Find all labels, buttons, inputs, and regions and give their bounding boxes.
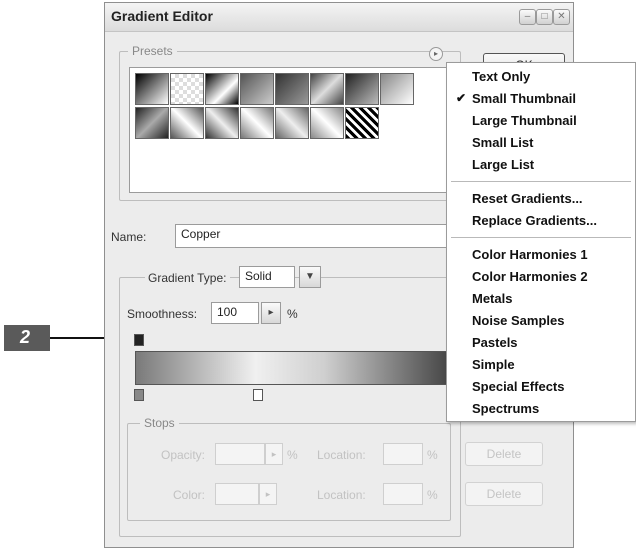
menu-item-reset-gradients[interactable]: Reset Gradients... [472,191,583,206]
name-label: Name: [111,230,147,244]
opacity-location-field[interactable] [383,443,423,465]
opacity-label: Opacity: [161,448,206,462]
gradient-type-select[interactable]: Solid [239,266,295,288]
menu-item-special-effects[interactable]: Special Effects [472,379,565,394]
name-field[interactable]: Copper [175,224,447,248]
menu-item-color-harmonies-1[interactable]: Color Harmonies 1 [472,247,588,262]
menu-separator [451,237,631,238]
smoothness-arrow-icon[interactable]: ▸ [261,302,281,324]
menu-item-large-thumbnail[interactable]: Large Thumbnail [472,113,577,128]
opacity-arrow-icon[interactable]: ▸ [265,443,283,465]
preset-swatch[interactable] [135,107,169,139]
opacity-location-unit: % [427,448,438,462]
color-delete-button[interactable]: Delete [465,482,543,506]
presets-label: Presets [128,44,177,58]
menu-item-small-list[interactable]: Small List [472,135,533,150]
menu-item-simple[interactable]: Simple [472,357,515,372]
close-icon[interactable]: ✕ [553,9,570,25]
color-stop-marker[interactable] [253,389,263,401]
opacity-field[interactable] [215,443,265,465]
chevron-down-icon[interactable]: ▼ [299,266,321,288]
maximize-icon[interactable]: □ [536,9,553,25]
opacity-location-label: Location: [317,448,366,462]
preset-swatch[interactable] [345,73,379,105]
gradient-type-label: Gradient Type: [145,271,230,285]
preset-swatch[interactable] [345,107,379,139]
color-swatch[interactable] [215,483,259,505]
smoothness-field[interactable]: 100 [211,302,259,324]
color-location-unit: % [427,488,438,502]
preset-swatch[interactable] [205,107,239,139]
checkmark-icon: ✔ [456,91,467,105]
smoothness-unit: % [287,307,298,321]
color-location-field[interactable] [383,483,423,505]
preset-swatch[interactable] [310,107,344,139]
title-bar: Gradient Editor – □ ✕ [105,3,573,32]
menu-separator [451,181,631,182]
menu-item-large-list[interactable]: Large List [472,157,534,172]
menu-item-replace-gradients[interactable]: Replace Gradients... [472,213,597,228]
color-location-label: Location: [317,488,366,502]
smoothness-label: Smoothness: [127,307,198,321]
window-title: Gradient Editor [111,8,213,24]
preset-swatch[interactable] [380,73,414,105]
callout-number: 2 [20,327,31,347]
preset-swatch[interactable] [170,107,204,139]
preset-swatch[interactable] [135,73,169,105]
menu-item-noise-samples[interactable]: Noise Samples [472,313,565,328]
menu-item-color-harmonies-2[interactable]: Color Harmonies 2 [472,269,588,284]
presets-swatch-panel [129,67,447,193]
presets-options-icon[interactable]: ▸ [429,47,443,61]
opacity-delete-button[interactable]: Delete [465,442,543,466]
opacity-stop-marker[interactable] [134,334,144,346]
preset-swatch[interactable] [275,73,309,105]
minimize-icon[interactable]: – [519,9,536,25]
preset-swatch[interactable] [240,107,274,139]
menu-item-metals[interactable]: Metals [472,291,512,306]
stops-group: Stops [127,416,451,521]
menu-item-text-only[interactable]: Text Only [472,69,530,84]
preset-swatch[interactable] [310,73,344,105]
gradient-bar[interactable] [135,351,451,385]
preset-swatch[interactable] [170,73,204,105]
menu-item-small-thumbnail[interactable]: Small Thumbnail [472,91,576,106]
opacity-unit: % [287,448,298,462]
stops-label: Stops [140,416,179,430]
color-stop-marker[interactable] [134,389,144,401]
preset-swatch[interactable] [205,73,239,105]
preset-swatch[interactable] [240,73,274,105]
presets-context-menu: Text Only ✔ Small Thumbnail Large Thumbn… [446,62,636,422]
menu-item-spectrums[interactable]: Spectrums [472,401,539,416]
preset-swatch[interactable] [275,107,309,139]
menu-item-pastels[interactable]: Pastels [472,335,518,350]
callout-badge: 2 [4,325,50,351]
color-arrow-icon[interactable]: ▸ [259,483,277,505]
color-label: Color: [173,488,206,502]
